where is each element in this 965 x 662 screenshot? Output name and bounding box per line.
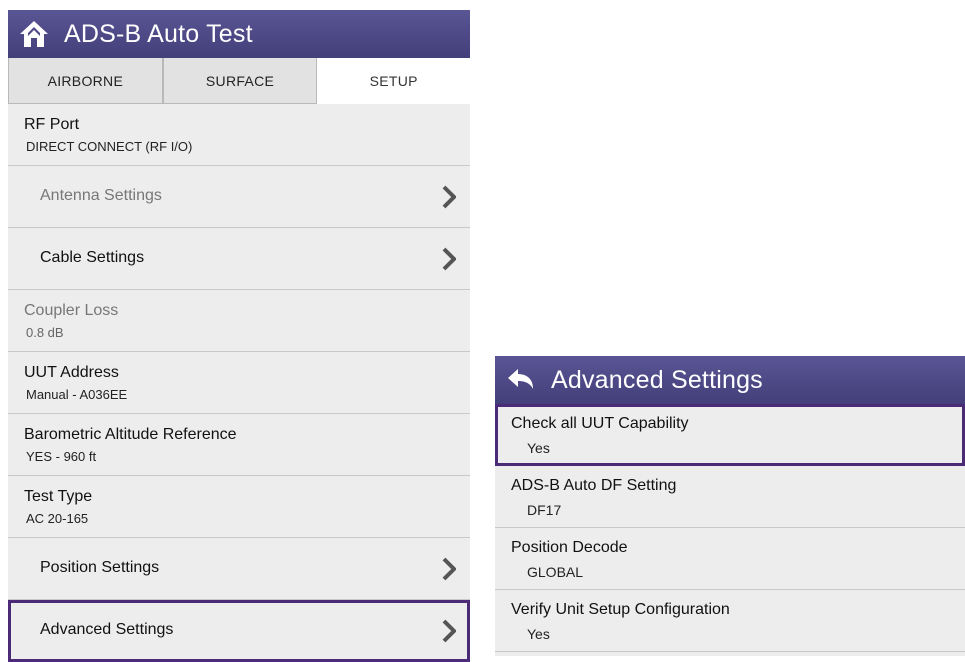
cable-settings-row[interactable]: Cable Settings [8,228,470,290]
test-type-row[interactable]: Test Type AC 20-165 [8,476,470,538]
row-value: 0.8 dB [26,325,64,340]
rf-port-row[interactable]: RF Port DIRECT CONNECT (RF I/O) [8,104,470,166]
row-label: Position Decode [511,539,628,556]
row-label: Antenna Settings [40,187,162,204]
row-value: AC 20-165 [26,511,89,526]
title-bar: ADS-B Auto Test [8,10,470,58]
tab-setup[interactable]: SETUP [317,58,471,104]
page-title: ADS-B Auto Test [64,19,253,48]
home-icon[interactable] [12,10,56,58]
tab-surface[interactable]: SURFACE [162,58,318,104]
row-value: DIRECT CONNECT (RF I/O) [26,139,193,154]
row-label: Coupler Loss [24,302,119,319]
coupler-loss-row[interactable]: Coupler Loss 0.8 dB [8,290,470,352]
chevron-right-icon [442,247,456,271]
row-label: ADS-B Auto DF Setting [511,477,677,494]
check-all-uut-capability-row[interactable]: Check all UUT Capability Yes [495,404,965,466]
row-label: Check all UUT Capability [511,415,689,432]
tab-bar: AIRBORNE SURFACE SETUP [8,58,471,104]
barometric-altitude-reference-row[interactable]: Barometric Altitude Reference YES - 960 … [8,414,470,476]
ads-b-auto-df-setting-row[interactable]: ADS-B Auto DF Setting DF17 [495,466,965,528]
row-value: Yes [527,440,550,456]
position-decode-row[interactable]: Position Decode GLOBAL [495,528,965,590]
verify-unit-setup-configuration-row[interactable]: Verify Unit Setup Configuration Yes [495,590,965,652]
antenna-settings-row[interactable]: Antenna Settings [8,166,470,228]
row-label: Cable Settings [40,249,145,266]
row-label: Verify Unit Setup Configuration [511,601,730,618]
row-value: GLOBAL [527,564,584,580]
uut-address-row[interactable]: UUT Address Manual - A036EE [8,352,470,414]
row-value: Yes [527,626,550,642]
chevron-right-icon [442,185,456,209]
position-settings-row[interactable]: Position Settings [8,538,470,600]
tab-airborne[interactable]: AIRBORNE [8,58,163,104]
row-value: YES - 960 ft [26,449,97,464]
advanced-settings-row[interactable]: Advanced Settings [8,600,470,662]
row-value: DF17 [527,502,562,518]
row-label: RF Port [24,116,80,133]
row-label: Barometric Altitude Reference [24,426,237,443]
ads-b-auto-test-panel: ADS-B Auto Test AIRBORNE SURFACE SETUP R… [8,10,471,662]
advanced-settings-panel: Advanced Settings Check all UUT Capabili… [495,356,965,656]
row-label: UUT Address [24,364,119,381]
chevron-right-icon [442,557,456,581]
row-label: Advanced Settings [40,621,174,638]
chevron-right-icon [442,619,456,643]
back-arrow-icon[interactable] [499,356,543,404]
page-title: Advanced Settings [551,365,763,394]
row-value: Manual - A036EE [26,387,128,402]
title-bar: Advanced Settings [495,356,965,404]
row-label: Test Type [24,488,93,505]
row-label: Position Settings [40,559,160,576]
